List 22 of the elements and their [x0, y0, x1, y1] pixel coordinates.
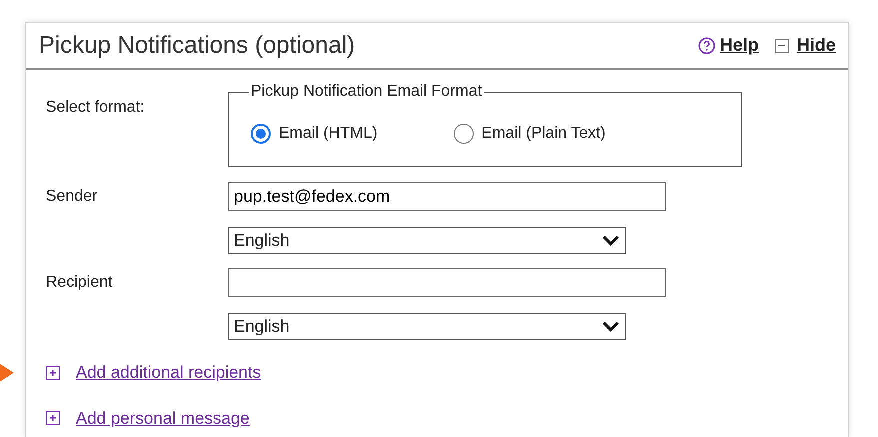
- help-link[interactable]: Help: [720, 32, 759, 59]
- radio-option[interactable]: Email (Plain Text): [454, 122, 606, 146]
- add-link[interactable]: Add personal message: [76, 406, 250, 431]
- expand-icon: [46, 411, 60, 426]
- field-label: Sender: [46, 186, 99, 206]
- expand-icon: [46, 366, 60, 380]
- hide-link[interactable]: Hide: [796, 32, 836, 59]
- chevron-icon: [602, 234, 620, 246]
- text-field[interactable]: pup.test@fedex.com: [228, 182, 666, 211]
- help-icon: [698, 36, 716, 54]
- add-link[interactable]: Add additional recipients: [76, 360, 262, 386]
- field-label: Select format:: [46, 98, 146, 118]
- language-select[interactable]: English: [228, 313, 626, 340]
- collapse-icon: [774, 38, 789, 52]
- radio-option[interactable]: Email (HTML): [251, 122, 378, 146]
- chevron-icon: [602, 320, 620, 332]
- field-label: Recipient: [46, 272, 114, 292]
- language-select[interactable]: English: [228, 227, 626, 254]
- group-legend: Pickup Notification Email Format: [249, 84, 484, 100]
- pointer-arrow-icon: [0, 364, 14, 382]
- text-field[interactable]: [228, 268, 666, 297]
- panel-title: Pickup Notifications (optional): [39, 30, 356, 60]
